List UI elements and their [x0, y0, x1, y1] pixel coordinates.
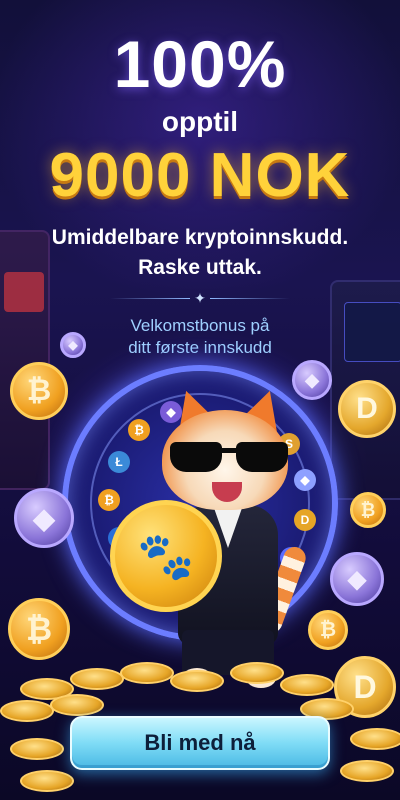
- bitcoin-coin-icon: ₿: [350, 492, 386, 528]
- bitcoin-icon: ₿: [98, 489, 120, 511]
- litecoin-icon: Ł: [108, 451, 130, 473]
- sparkle-divider: ✦: [110, 290, 290, 306]
- ethereum-icon: ◆: [294, 469, 316, 491]
- welcome-bonus-line1: Velkomstbonus på: [130, 316, 270, 335]
- ethereum-coin-icon: ◆: [14, 488, 74, 548]
- bitcoin-coin-icon: ₿: [308, 610, 348, 650]
- sunglasses-icon: [170, 442, 288, 472]
- promo-banner: 100% opptil 9000 NOK Umiddelbare kryptoi…: [0, 0, 400, 800]
- dogecoin-coin-icon: D: [338, 380, 396, 438]
- ethereum-coin-icon: ◆: [60, 332, 86, 358]
- upto-label: opptil: [161, 106, 239, 137]
- bitcoin-coin-icon: ₿: [10, 362, 68, 420]
- ethereum-coin-icon: ◆: [330, 552, 384, 606]
- ethereum-coin-icon: ◆: [292, 360, 332, 400]
- bonus-percent: 100%: [113, 27, 287, 101]
- sparkle-icon: ✦: [194, 290, 206, 306]
- paw-coin-icon: 🐾: [110, 500, 222, 612]
- tagline-withdrawals: Raske uttak.: [138, 256, 262, 279]
- tagline-deposits: Umiddelbare kryptoinnskudd.: [51, 226, 349, 249]
- bitcoin-icon: ₿: [128, 419, 150, 441]
- join-now-button[interactable]: Bli med nå: [70, 716, 330, 770]
- bonus-amount: 9000 NOK: [49, 141, 351, 210]
- dogecoin-icon: D: [294, 509, 316, 531]
